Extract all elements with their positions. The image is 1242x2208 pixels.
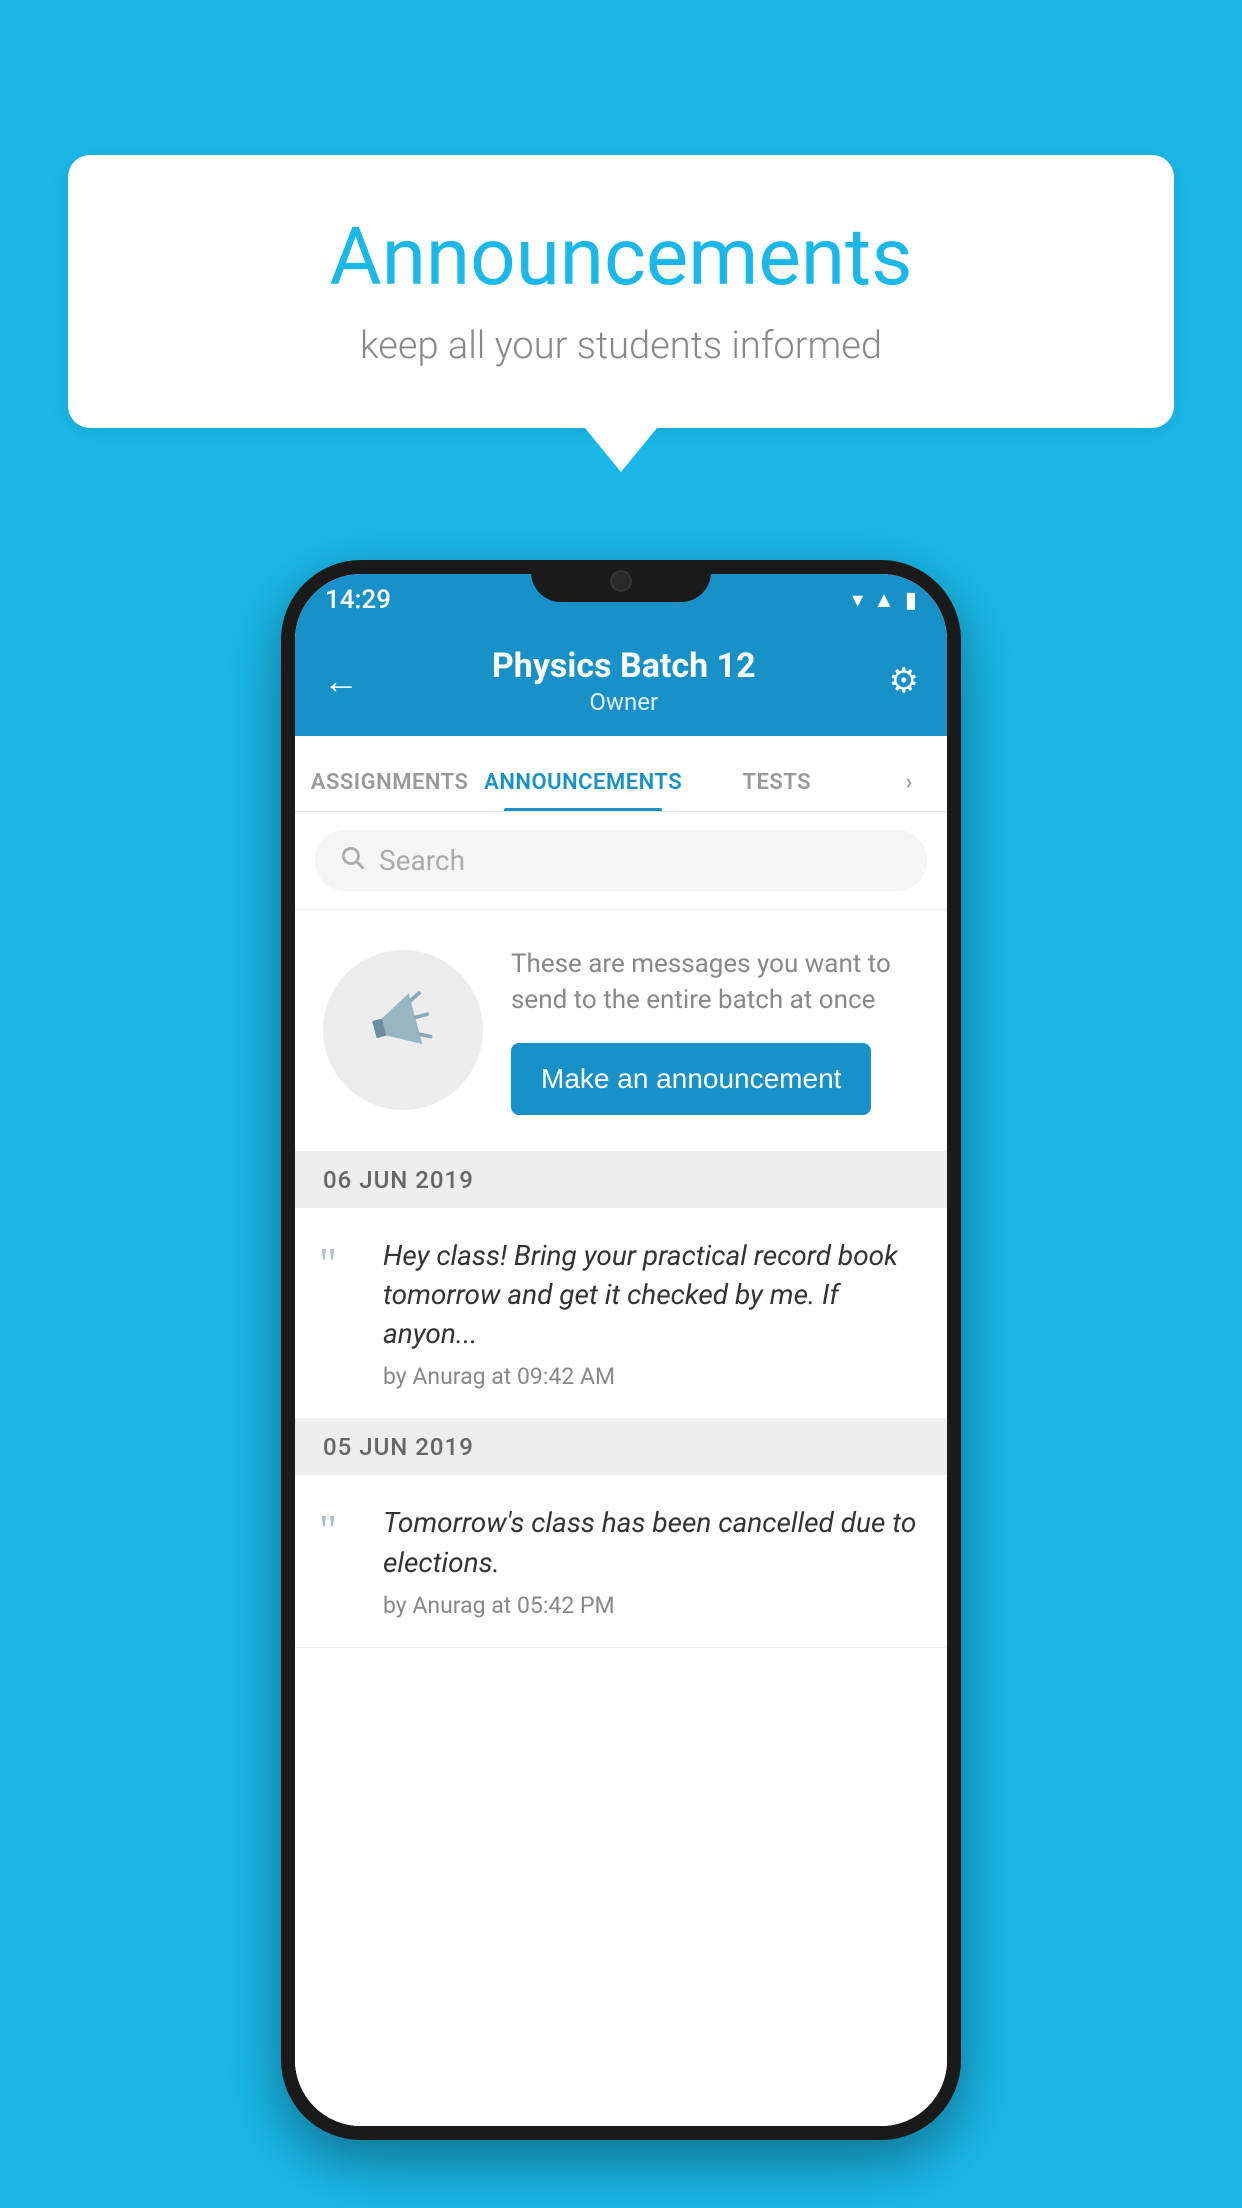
tab-more[interactable]: › bbox=[871, 770, 947, 811]
announcement-item-1[interactable]: " Hey class! Bring your practical record… bbox=[295, 1208, 947, 1420]
tab-announcements[interactable]: ANNOUNCEMENTS bbox=[484, 770, 682, 811]
phone-notch bbox=[531, 560, 711, 602]
battery-icon: ▮ bbox=[905, 588, 917, 613]
megaphone-icon bbox=[352, 973, 455, 1088]
speech-bubble-card: Announcements keep all your students inf… bbox=[68, 155, 1174, 428]
app-bar: ← Physics Batch 12 Owner ⚙ bbox=[295, 626, 947, 736]
app-bar-subtitle: Owner bbox=[492, 688, 756, 716]
announcement-content-1: Hey class! Bring your practical record b… bbox=[383, 1236, 923, 1391]
signal-icon: ▲ bbox=[873, 587, 895, 613]
search-icon bbox=[339, 844, 365, 877]
phone-body: 14:29 ▾ ▲ ▮ ← Physics Batch 12 Owner ⚙ bbox=[281, 560, 961, 2140]
announcement-item-2[interactable]: " Tomorrow's class has been cancelled du… bbox=[295, 1475, 947, 1647]
announcement-text-2: Tomorrow's class has been cancelled due … bbox=[383, 1503, 923, 1581]
status-time: 14:29 bbox=[325, 585, 391, 615]
bubble-arrow bbox=[585, 428, 657, 472]
empty-state-content: These are messages you want to send to t… bbox=[511, 946, 919, 1115]
tabs-bar: ASSIGNMENTS ANNOUNCEMENTS TESTS › bbox=[295, 736, 947, 812]
search-input-wrapper[interactable]: Search bbox=[315, 830, 927, 891]
date-separator-2: 05 JUN 2019 bbox=[295, 1419, 947, 1475]
camera bbox=[610, 570, 632, 592]
bubble-title: Announcements bbox=[128, 210, 1114, 304]
date-separator-1: 06 JUN 2019 bbox=[295, 1152, 947, 1208]
quote-icon-1: " bbox=[319, 1236, 359, 1286]
speech-bubble-section: Announcements keep all your students inf… bbox=[68, 155, 1174, 472]
bubble-subtitle: keep all your students informed bbox=[128, 324, 1114, 368]
status-icons: ▾ ▲ ▮ bbox=[852, 587, 917, 613]
announcement-content-2: Tomorrow's class has been cancelled due … bbox=[383, 1503, 923, 1618]
search-placeholder: Search bbox=[379, 844, 465, 877]
phone-mockup: 14:29 ▾ ▲ ▮ ← Physics Batch 12 Owner ⚙ bbox=[281, 560, 961, 2140]
announcement-meta-2: by Anurag at 05:42 PM bbox=[383, 1592, 923, 1619]
wifi-icon: ▾ bbox=[852, 588, 863, 613]
announcement-text-1: Hey class! Bring your practical record b… bbox=[383, 1236, 923, 1354]
search-container: Search bbox=[295, 812, 947, 910]
make-announcement-button[interactable]: Make an announcement bbox=[511, 1043, 871, 1115]
empty-icon-circle bbox=[323, 950, 483, 1110]
tab-assignments[interactable]: ASSIGNMENTS bbox=[295, 770, 484, 811]
empty-state: These are messages you want to send to t… bbox=[295, 910, 947, 1152]
app-bar-title-group: Physics Batch 12 Owner bbox=[492, 646, 756, 716]
empty-state-description: These are messages you want to send to t… bbox=[511, 946, 919, 1019]
announcement-meta-1: by Anurag at 09:42 AM bbox=[383, 1363, 923, 1390]
tab-tests[interactable]: TESTS bbox=[682, 770, 871, 811]
quote-icon-2: " bbox=[319, 1503, 359, 1553]
app-bar-title: Physics Batch 12 bbox=[492, 646, 756, 686]
back-button[interactable]: ← bbox=[323, 660, 359, 702]
settings-icon[interactable]: ⚙ bbox=[889, 661, 919, 701]
phone-screen: 14:29 ▾ ▲ ▮ ← Physics Batch 12 Owner ⚙ bbox=[295, 574, 947, 2126]
content-area: Search bbox=[295, 812, 947, 2126]
